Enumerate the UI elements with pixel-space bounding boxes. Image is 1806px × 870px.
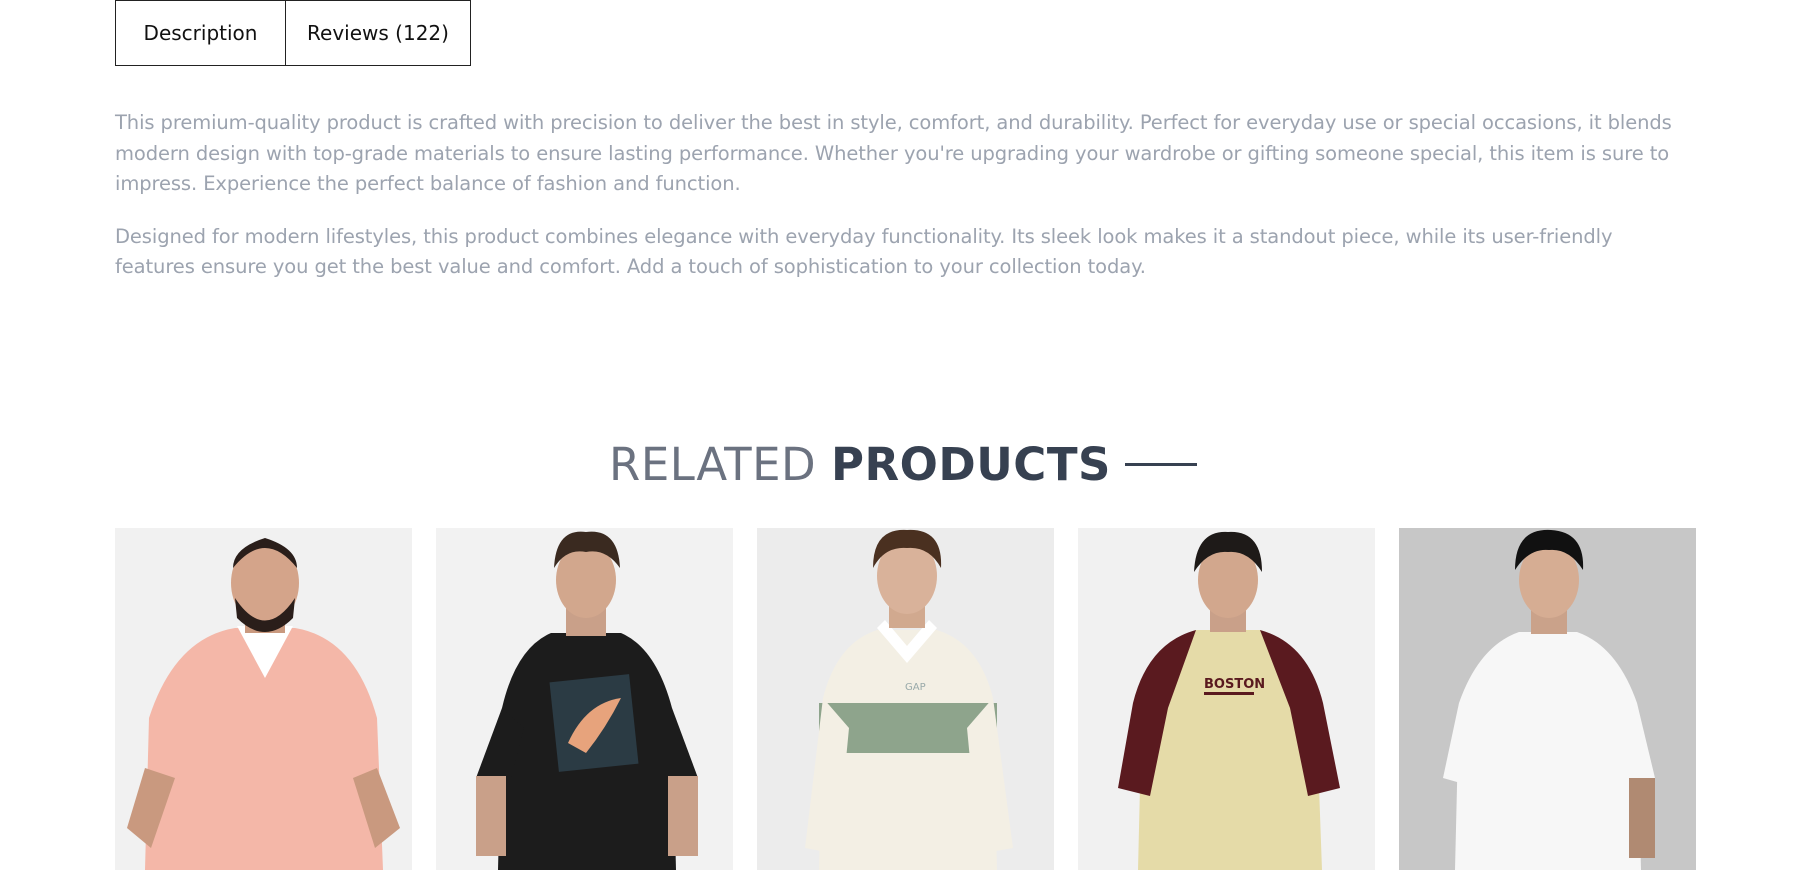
related-products-heading: RELATED PRODUCTS [0,438,1806,491]
related-products-list: GAP BOSTON [115,528,1696,870]
description-paragraph: Designed for modern lifestyles, this pro… [115,224,1613,279]
product-card[interactable] [436,528,733,870]
product-details-page: Description Reviews (122) This premium-q… [0,0,1806,870]
product-card[interactable]: BOSTON [1078,528,1375,870]
product-image-stripe-polo: GAP [757,528,1054,870]
section-title-light: RELATED [609,438,817,491]
product-image-puma-tee [436,528,733,870]
product-image-white-tee [1399,528,1696,870]
product-image-pink-polo [115,528,412,870]
svg-text:GAP: GAP [905,682,926,693]
product-card[interactable]: GAP [757,528,1054,870]
tab-description[interactable]: Description [115,0,286,66]
section-title: RELATED PRODUCTS [609,438,1111,491]
description-content: This premium-quality product is crafted … [115,108,1695,305]
product-card[interactable] [1399,528,1696,870]
product-card[interactable] [115,528,412,870]
svg-text:BOSTON: BOSTON [1204,677,1265,692]
description-paragraph: This premium-quality product is crafted … [115,111,1672,195]
product-image-boston-tee: BOSTON [1078,528,1375,870]
title-underline-decoration [1124,463,1197,466]
product-tabs: Description Reviews (122) [115,0,471,66]
tab-reviews[interactable]: Reviews (122) [286,0,471,66]
section-title-bold: PRODUCTS [831,438,1111,491]
